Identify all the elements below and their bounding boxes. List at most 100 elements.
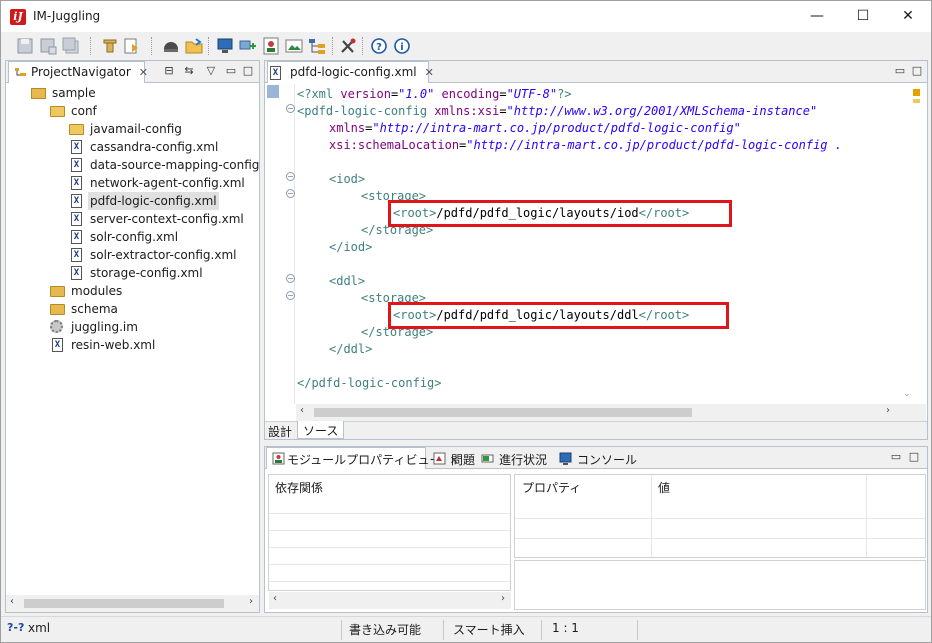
im-juggling-logo-icon: iJ — [10, 9, 26, 25]
save-icon[interactable] — [15, 36, 35, 56]
editor-panel: X pdfd-logic-config.xml ✕ ▭ □ − − − − − <… — [264, 60, 928, 440]
tab-progress[interactable]: 進行状況 — [477, 448, 553, 469]
navigator-tree: sample conf javamail-config Xcassandra-c… — [6, 84, 259, 594]
fold-toggle-icon[interactable]: − — [286, 189, 295, 198]
tab-design[interactable]: 設計 — [268, 423, 292, 440]
xml-file-icon: X — [71, 176, 82, 190]
import-icon[interactable] — [122, 36, 142, 56]
view-menu-icon[interactable]: ▽ — [204, 64, 218, 78]
build-icon[interactable] — [100, 36, 120, 56]
tools-icon[interactable] — [338, 36, 358, 56]
dependency-horizontal-scrollbar[interactable]: ‹ › — [269, 592, 511, 609]
status-separator — [637, 620, 638, 640]
bottom-panel: モジュールプロパティビュー ✕ 問題 進行状況 コンソール ▭ □ 依存関係 ‹… — [264, 446, 928, 613]
save-as-icon[interactable] — [38, 36, 58, 56]
monitor-icon[interactable] — [215, 36, 235, 56]
maximize-view-icon[interactable]: □ — [910, 64, 924, 78]
fold-toggle-icon[interactable]: − — [286, 172, 295, 181]
row-divider — [515, 538, 925, 539]
editor-horizontal-scrollbar[interactable]: ‹ › — [296, 404, 926, 421]
close-tab-icon[interactable]: ✕ — [425, 66, 434, 79]
toolbar-separator — [151, 37, 154, 55]
tab-label: モジュールプロパティビュー — [287, 453, 442, 467]
xml-file-icon: X — [71, 230, 82, 244]
column-divider — [866, 475, 867, 557]
xml-file-icon: X — [71, 158, 82, 172]
scroll-down-icon[interactable]: ⌄ — [903, 389, 911, 399]
scrollbar-thumb[interactable] — [314, 408, 692, 417]
row-divider — [269, 581, 510, 582]
tab-pdfd-logic-config[interactable]: X pdfd-logic-config.xml ✕ — [267, 61, 434, 83]
scroll-right-icon[interactable]: › — [886, 405, 890, 416]
collapse-all-icon[interactable]: ⊟ — [162, 64, 176, 78]
cursor-position: 1 : 1 — [552, 621, 579, 635]
fold-toggle-icon[interactable]: − — [286, 104, 295, 113]
bottom-tab-bar: モジュールプロパティビュー ✕ 問題 進行状況 コンソール ▭ □ — [265, 447, 927, 469]
property-table[interactable]: プロパティ 値 — [514, 474, 926, 558]
open-folder-icon[interactable] — [184, 36, 204, 56]
xml-file-icon: X — [71, 248, 82, 262]
maximize-view-icon[interactable]: □ — [907, 450, 921, 464]
xml-file-icon: X — [270, 66, 281, 80]
minimize-view-icon[interactable]: ▭ — [224, 64, 238, 78]
scrollbar-thumb[interactable] — [24, 599, 224, 608]
overview-marker[interactable] — [913, 99, 920, 103]
image-icon[interactable] — [284, 36, 304, 56]
scroll-right-icon[interactable]: › — [249, 596, 253, 607]
user-icon[interactable] — [261, 36, 281, 56]
row-divider — [515, 518, 925, 519]
minimize-view-icon[interactable]: ▭ — [893, 64, 907, 78]
scroll-right-icon[interactable]: › — [501, 593, 505, 604]
minimize-view-icon[interactable]: ▭ — [889, 450, 903, 464]
gear-file-icon — [50, 320, 63, 333]
project-folder-icon — [31, 88, 46, 99]
dependency-list[interactable]: 依存関係 — [268, 474, 511, 591]
navigator-horizontal-scrollbar[interactable]: ‹ › — [6, 595, 259, 612]
problems-icon — [433, 452, 446, 465]
status-separator — [443, 620, 444, 640]
navigator-icon — [14, 66, 27, 79]
maximize-view-icon[interactable]: □ — [241, 64, 255, 78]
fold-toggle-icon[interactable]: − — [286, 291, 295, 300]
fold-toggle-icon[interactable]: − — [286, 274, 295, 283]
code-line: <iod> — [329, 172, 366, 186]
overview-warning-marker[interactable] — [913, 89, 920, 96]
svg-text:?: ? — [376, 42, 382, 53]
server-icon[interactable] — [161, 36, 181, 56]
minimize-button[interactable]: — — [794, 1, 840, 31]
folder-icon — [50, 304, 65, 315]
tab-module-property-view[interactable]: モジュールプロパティビュー ✕ — [266, 447, 459, 469]
hierarchy-icon[interactable] — [307, 36, 327, 56]
tab-label: pdfd-logic-config.xml — [290, 65, 417, 79]
tab-problems[interactable]: 問題 — [429, 448, 481, 469]
code-editor[interactable]: <?xml version="1.0" encoding="UTF-8"?> <… — [297, 84, 907, 404]
window-title: IM-Juggling — [33, 9, 101, 23]
navigator-tab-bar: ProjectNavigator ✕ ⊟ ⇆ ▽ ▭ □ — [6, 61, 259, 83]
save-all-icon[interactable] — [61, 36, 81, 56]
editor-tab-bar: X pdfd-logic-config.xml ✕ ▭ □ — [265, 61, 927, 83]
tab-console[interactable]: コンソール — [555, 448, 643, 469]
progress-icon — [481, 452, 494, 465]
status-bar: ?-? xml 書き込み可能 スマート挿入 1 : 1 — [1, 616, 931, 642]
dependency-header: 依存関係 — [275, 481, 324, 495]
main-toolbar: ? i — [1, 32, 931, 60]
scroll-left-icon[interactable]: ‹ — [273, 593, 277, 604]
value-column-header: 値 — [658, 481, 671, 495]
tab-project-navigator[interactable]: ProjectNavigator ✕ — [8, 61, 148, 83]
highlight-box-iod — [388, 200, 732, 227]
tab-source[interactable]: ソース — [297, 421, 345, 439]
help-icon[interactable]: ? — [369, 36, 389, 56]
property-column-header: プロパティ — [522, 481, 582, 495]
close-window-button[interactable]: ✕ — [885, 1, 931, 31]
scroll-left-icon[interactable]: ‹ — [300, 405, 304, 416]
deploy-icon[interactable] — [238, 36, 258, 56]
scroll-left-icon[interactable]: ‹ — [10, 596, 14, 607]
close-tab-icon[interactable]: ✕ — [139, 66, 148, 79]
project-navigator-panel: ProjectNavigator ✕ ⊟ ⇆ ▽ ▭ □ sample conf … — [5, 60, 260, 613]
folder-icon — [69, 124, 84, 135]
maximize-button[interactable]: ☐ — [840, 1, 886, 31]
property-detail-area[interactable] — [514, 560, 926, 610]
info-icon[interactable]: i — [392, 36, 412, 56]
link-with-editor-icon[interactable]: ⇆ — [182, 64, 196, 78]
xml-file-icon: X — [71, 194, 82, 208]
